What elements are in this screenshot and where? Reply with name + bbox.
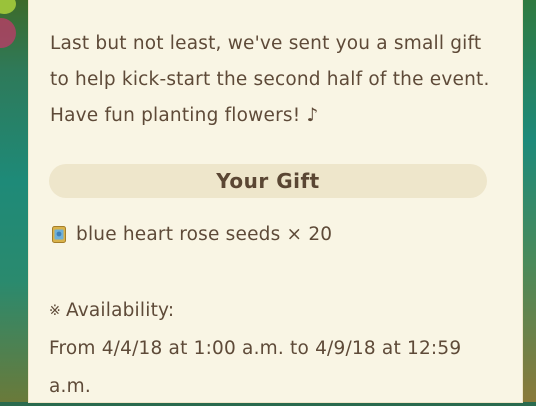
background-left-edge xyxy=(0,0,30,402)
seed-packet-icon xyxy=(52,226,66,243)
availability-dates: From 4/4/18 at 1:00 a.m. to 4/9/18 at 12… xyxy=(49,338,462,397)
gift-item: blue heart rose seeds × 20 xyxy=(52,224,332,245)
availability-heading: ※ Availability: xyxy=(49,292,489,330)
gift-header-label: Your Gift xyxy=(216,169,320,193)
availability-heading-label: Availability: xyxy=(65,300,175,321)
background-right-edge xyxy=(522,0,536,402)
availability-section: ※ Availability: From 4/4/18 at 1:00 a.m.… xyxy=(49,292,489,406)
gift-section-header: Your Gift xyxy=(49,164,487,198)
news-panel: Last but not least, we've sent you a sma… xyxy=(29,0,522,402)
reference-mark-icon: ※ xyxy=(49,303,61,319)
message-text: Last but not least, we've sent you a sma… xyxy=(50,33,490,126)
gift-item-label: blue heart rose seeds × 20 xyxy=(76,224,333,245)
